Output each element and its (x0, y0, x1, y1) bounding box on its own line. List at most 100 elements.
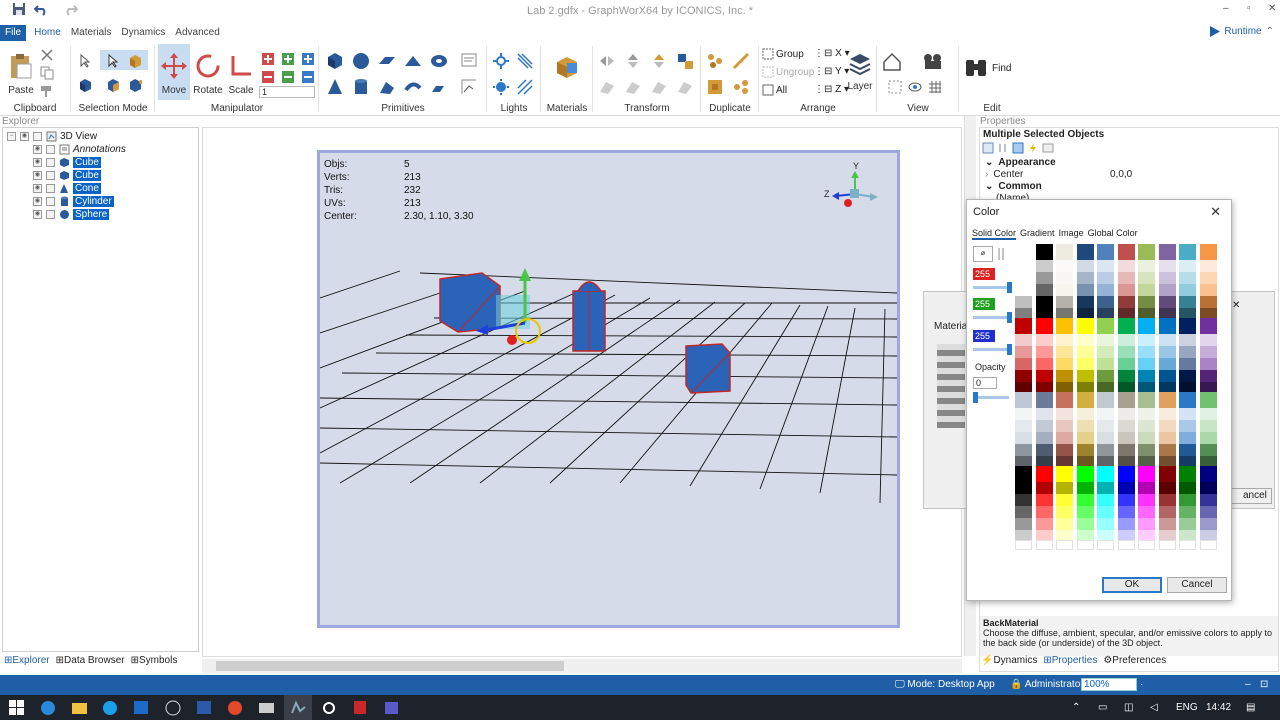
group-button[interactable]: Group (762, 48, 804, 60)
move-button[interactable]: Move (158, 44, 190, 100)
color-swatch[interactable] (1056, 318, 1073, 334)
visibility-toggle[interactable]: ◉ (33, 197, 42, 206)
import-model-icon[interactable] (460, 78, 478, 96)
decrease-blue-icon[interactable] (301, 70, 315, 84)
custom-color-slot[interactable] (1056, 540, 1073, 550)
blue-slider-knob[interactable] (1007, 344, 1012, 355)
green-slider[interactable] (973, 312, 1012, 323)
ungroup-button[interactable]: Ungroup (762, 66, 814, 78)
distribute-icon[interactable] (650, 78, 668, 96)
tab-symbols[interactable]: ⊞Symbols (131, 655, 178, 666)
tab-advanced[interactable]: Advanced (170, 25, 224, 41)
red-slider[interactable] (973, 282, 1012, 293)
globe-icon[interactable] (165, 699, 182, 716)
color-swatch[interactable] (1015, 318, 1032, 334)
align-x-button[interactable]: ⋮⊟ X ▾ (814, 48, 850, 59)
network-icon[interactable]: ◫ (1124, 702, 1133, 713)
color-swatch[interactable] (1035, 244, 1053, 260)
visibility-toggle[interactable]: ◉ (33, 158, 42, 167)
second-cube-object[interactable] (685, 343, 731, 394)
blue-channel-input[interactable]: 255 (973, 330, 995, 342)
collapse-icon[interactable]: − (7, 132, 16, 141)
custom-color-slot[interactable] (1179, 540, 1196, 550)
color-swatch[interactable] (1158, 244, 1176, 260)
tab-explorer[interactable]: ⊞Explorer (4, 655, 50, 666)
color-swatch[interactable] (1158, 466, 1176, 482)
find-button[interactable]: Find (964, 56, 1011, 80)
duplicate-line-icon[interactable] (732, 52, 750, 70)
tree-item-annotations[interactable]: ◉ Annotations (33, 143, 126, 156)
teams-icon[interactable] (383, 699, 400, 716)
3d-viewport[interactable]: Objs: 5 Verts: 213 Tris: 232 UVs: 213 Center… (317, 150, 900, 628)
center-property-value[interactable]: 0,0,0 (1110, 169, 1132, 180)
color-swatch[interactable] (1199, 318, 1217, 334)
green-channel-input[interactable]: 255 (973, 298, 995, 310)
collapse-ribbon-icon[interactable]: ⌃ (1266, 26, 1274, 37)
select-blue-cube-icon[interactable] (78, 78, 92, 92)
mirror-z-icon[interactable] (650, 52, 668, 70)
lock-toggle[interactable] (46, 197, 55, 206)
duplicate-array-icon[interactable] (706, 52, 724, 70)
fit-icon[interactable]: ⊡ (1260, 679, 1268, 690)
color-swatch[interactable] (1056, 244, 1073, 260)
clock[interactable]: 14:42 (1206, 702, 1231, 713)
tree-item-cube-2[interactable]: ◉ Cube (33, 169, 101, 182)
format-painter-icon[interactable] (40, 84, 54, 98)
tree-item-cube-1[interactable]: ◉ Cube (33, 156, 101, 169)
flip-icon[interactable] (598, 78, 616, 96)
color-swatch[interactable] (1035, 466, 1053, 482)
battery-icon[interactable]: ▭ (1098, 702, 1107, 713)
select-cube-icon[interactable] (128, 54, 142, 68)
color-swatch[interactable] (1179, 392, 1196, 408)
align-y-button[interactable]: ⋮⊟ Y ▾ (814, 66, 849, 77)
materials-icon[interactable] (554, 54, 580, 80)
color-swatch[interactable] (1056, 392, 1073, 408)
cone-primitive-icon[interactable] (326, 78, 344, 96)
color-swatch[interactable] (1158, 392, 1176, 408)
volume-icon[interactable]: ◁ (1150, 702, 1158, 713)
tab-gradient[interactable]: Gradient (1020, 228, 1055, 240)
decrease-green-icon[interactable] (281, 70, 295, 84)
tab-file[interactable]: File (0, 25, 27, 41)
duplicate-grid-icon[interactable] (706, 78, 724, 96)
color-swatch[interactable] (1097, 392, 1114, 408)
custom-color-slot[interactable] (1035, 540, 1053, 550)
point-light-icon[interactable] (492, 52, 510, 70)
settings-icon[interactable] (321, 699, 338, 716)
outlook-icon[interactable] (133, 699, 150, 716)
color-swatch[interactable] (1076, 466, 1094, 482)
visibility-toggle[interactable]: ◉ (33, 171, 42, 180)
minimize-ribbon-icon[interactable]: – (1223, 3, 1229, 14)
center-property-row[interactable]: › Center 0,0,0 (980, 169, 1278, 181)
tree-item-cone[interactable]: ◉ Cone (33, 182, 101, 195)
visibility-toggle[interactable]: ◉ (33, 145, 42, 154)
color-swatch[interactable] (1117, 318, 1135, 334)
opacity-input[interactable]: 0 (973, 377, 997, 389)
custom-color-slot[interactable] (1097, 540, 1114, 550)
custom-color-slot[interactable] (1199, 540, 1217, 550)
select-object-icon[interactable] (106, 54, 120, 68)
tree-root[interactable]: − ◉ 3D View (7, 130, 97, 143)
zoom-dropdown-icon[interactable]: · (1140, 679, 1143, 690)
color-swatch[interactable] (1097, 318, 1114, 334)
collapse-icon[interactable]: ⌄ (980, 157, 998, 168)
runtime-button[interactable]: Runtime ⌃ (1210, 26, 1274, 37)
red-channel-input[interactable]: 255 (973, 268, 995, 280)
collapse-icon[interactable]: ⌄ (980, 181, 998, 192)
appearance-category[interactable]: ⌄ Appearance (980, 157, 1278, 169)
color-swatch[interactable] (1117, 466, 1135, 482)
app-window-icon[interactable] (258, 699, 275, 716)
cut-icon[interactable] (40, 48, 54, 62)
ok-button[interactable]: OK (1102, 577, 1162, 593)
color-swatch[interactable] (1199, 244, 1217, 260)
custom-color-slot[interactable] (1015, 540, 1032, 550)
color-swatch[interactable] (1035, 318, 1053, 334)
camera-icon[interactable] (922, 52, 944, 72)
spot-light-icon[interactable] (492, 78, 510, 96)
color-swatch[interactable] (1199, 392, 1217, 408)
tree-item-cylinder[interactable]: ◉ Cylinder (33, 195, 114, 208)
layer-button[interactable]: Layer (846, 52, 874, 92)
transform-swap-icon[interactable] (676, 52, 694, 70)
increase-red-icon[interactable] (261, 52, 275, 66)
red-slider-knob[interactable] (1007, 282, 1012, 293)
